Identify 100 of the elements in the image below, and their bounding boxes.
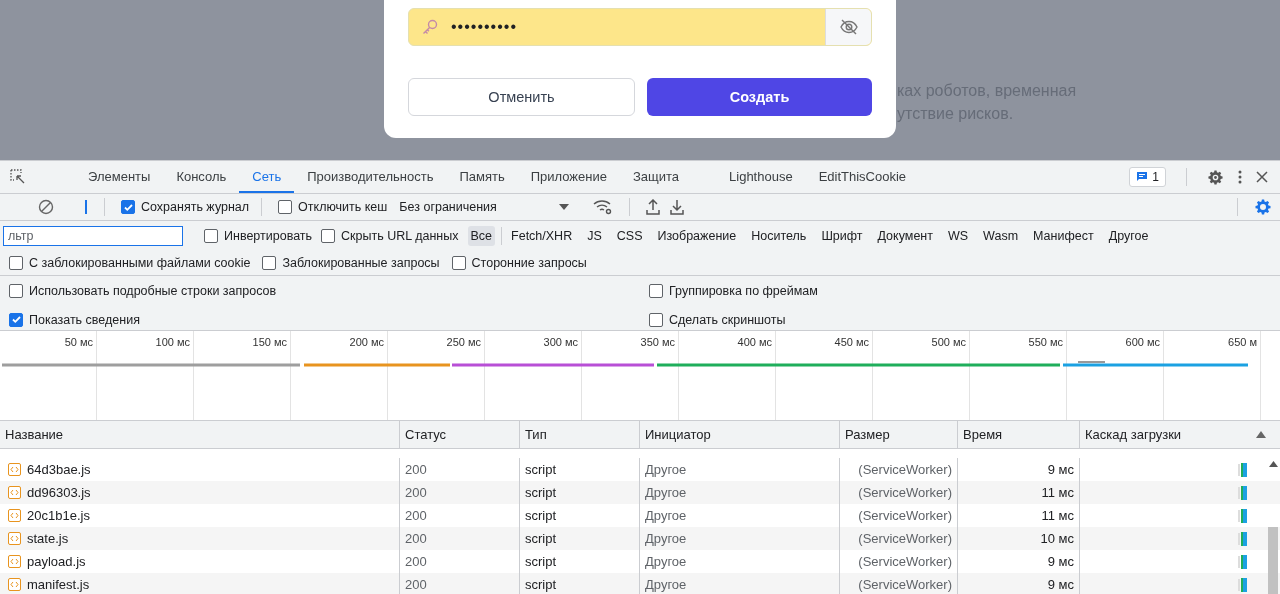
checkbox[interactable] [649, 283, 663, 298]
request-name[interactable]: 64d3bae.js [27, 462, 91, 477]
type-filter-button[interactable]: Носитель [748, 226, 810, 246]
create-button[interactable]: Создать [647, 78, 872, 116]
checkbox[interactable] [9, 312, 23, 327]
time-tick-label: 50 мс [64, 336, 93, 348]
script-file-icon [8, 509, 21, 522]
time-tick-label: 600 мс [1125, 336, 1160, 348]
status-cell: 200 [405, 485, 427, 500]
time-tick-label: 450 мс [834, 336, 869, 348]
time-cell: 9 мс [1047, 462, 1074, 477]
column-header[interactable]: Название [0, 421, 400, 448]
devtools-tab[interactable]: Память [446, 161, 518, 193]
devtools-tab[interactable]: Приложение [517, 161, 620, 193]
size-cell: (ServiceWorker) [858, 485, 952, 500]
status-cell: 200 [405, 531, 427, 546]
inspect-icon[interactable] [10, 169, 26, 185]
clear-icon[interactable] [38, 199, 54, 215]
wifi-settings-icon[interactable] [593, 199, 614, 215]
close-icon[interactable] [1256, 171, 1268, 183]
scroll-up-icon[interactable] [1268, 461, 1278, 467]
waterfall-bar-icon [1238, 507, 1248, 524]
checkbox[interactable] [9, 283, 23, 298]
request-name[interactable]: payload.js [27, 554, 86, 569]
devtools-tab[interactable]: Сеть [239, 161, 295, 193]
filter-field[interactable]: льтр [3, 226, 183, 246]
type-filter-button[interactable]: Fetch/XHR [508, 226, 576, 246]
issues-badge[interactable]: 1 [1129, 167, 1166, 187]
checkmark-icon [10, 314, 22, 325]
column-header[interactable]: Тип [520, 421, 640, 448]
type-filter-button[interactable]: JS [584, 226, 605, 246]
time-cell: 11 мс [1041, 508, 1074, 523]
devtools-tab[interactable]: Производительность [294, 161, 447, 193]
devtools-tab[interactable]: Защита [619, 161, 693, 193]
checkbox[interactable] [321, 229, 336, 243]
password-value: •••••••••• [451, 18, 518, 36]
type-cell: script [525, 462, 557, 477]
checkbox[interactable] [278, 200, 293, 214]
type-filter-button[interactable]: WS [944, 226, 972, 246]
cancel-button[interactable]: Отменить [408, 78, 635, 116]
checkbox[interactable] [649, 312, 663, 327]
type-filter-button[interactable]: Wasm [980, 226, 1022, 246]
time-tick-label: 500 мс [931, 336, 966, 348]
column-header[interactable]: Каскад загрузки [1080, 421, 1280, 448]
time-tick-label: 350 мс [640, 336, 675, 348]
sort-ascending-icon[interactable] [1256, 431, 1266, 438]
time-cell: 10 мс [1040, 531, 1074, 546]
checkbox[interactable] [204, 229, 218, 243]
filter-icon[interactable] [84, 200, 88, 214]
size-cell: (ServiceWorker) [858, 508, 952, 523]
checkbox-label: С заблокированными файлами cookie [29, 256, 251, 270]
time-tick-label: 150 мс [252, 336, 287, 348]
request-name[interactable]: 20c1b1e.js [27, 508, 90, 523]
devtools-tab[interactable]: EditThisCookie [805, 161, 920, 193]
checkbox[interactable] [9, 256, 23, 270]
time-tick-label: 200 мс [349, 336, 384, 348]
request-name[interactable]: manifest.js [27, 577, 90, 592]
type-cell: script [525, 485, 557, 500]
type-filter-button[interactable]: Все [467, 226, 496, 246]
checkbox-label: Сделать скриншоты [669, 312, 786, 327]
checkbox[interactable] [262, 256, 277, 270]
devtools-tab[interactable]: Элементы [75, 161, 164, 193]
size-cell: (ServiceWorker) [858, 577, 952, 592]
type-filter-button[interactable]: Другое [1105, 226, 1152, 246]
devtools-tab[interactable]: Lighthouse [716, 161, 806, 193]
throttling-dropdown[interactable]: Без ограничения [399, 200, 550, 214]
devtools-tab[interactable]: Консоль [163, 161, 240, 193]
settings-icon[interactable] [1207, 168, 1224, 186]
more-icon[interactable] [1238, 170, 1242, 184]
type-filter-button[interactable]: Документ [874, 226, 936, 246]
column-header[interactable]: Инициатор [640, 421, 840, 448]
request-name[interactable]: state.js [27, 531, 69, 546]
checkbox[interactable] [451, 256, 466, 270]
time-cell: 11 мс [1041, 485, 1074, 500]
initiator-cell: Другое [645, 531, 687, 546]
request-name[interactable]: dd96303.js [27, 485, 91, 500]
time-tick-label: 550 мс [1028, 336, 1063, 348]
type-filter-button[interactable]: Манифест [1030, 226, 1097, 246]
checkbox-label: Сторонние запросы [471, 256, 587, 270]
type-filter-button[interactable]: Изображение [654, 226, 740, 246]
script-file-icon [8, 463, 21, 476]
checkbox-label: Заблокированные запросы [282, 256, 440, 270]
waterfall-bar-icon [1238, 461, 1248, 478]
size-cell: (ServiceWorker) [858, 531, 952, 546]
settings-icon[interactable] [1254, 198, 1272, 216]
upload-icon[interactable] [646, 199, 661, 215]
script-file-icon [8, 486, 21, 499]
checkbox[interactable] [121, 200, 135, 214]
status-cell: 200 [405, 577, 427, 592]
checkbox-label: Скрыть URL данных [341, 229, 459, 243]
column-header[interactable]: Размер [840, 421, 958, 448]
column-header[interactable]: Статус [400, 421, 520, 448]
password-field[interactable]: •••••••••• [408, 8, 872, 46]
type-filter-button[interactable]: Шрифт [818, 226, 866, 246]
time-cell: 9 мс [1047, 577, 1074, 592]
hide-password-button[interactable] [825, 9, 871, 45]
type-filter-button[interactable]: CSS [613, 226, 646, 246]
column-header[interactable]: Время [958, 421, 1080, 448]
download-icon[interactable] [670, 199, 685, 215]
initiator-cell: Другое [645, 485, 687, 500]
